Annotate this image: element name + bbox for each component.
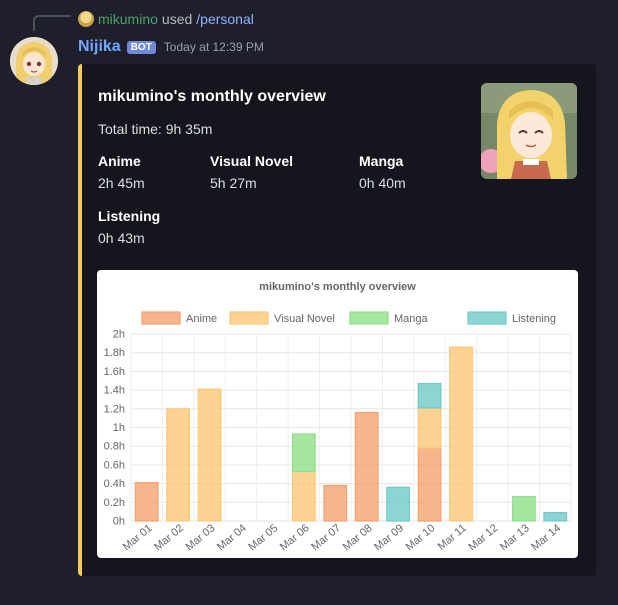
x-tick-label: Mar 13 (498, 522, 532, 553)
y-tick-label: 0.4h (104, 478, 125, 490)
bar-visual-novel (166, 408, 191, 522)
y-tick-label: 0h (113, 516, 125, 528)
field-name: Manga (359, 153, 404, 169)
bar-manga (511, 496, 536, 522)
x-tick-label: Mar 11 (436, 522, 469, 553)
field-name: Visual Novel (210, 153, 294, 169)
field-value: 2h 45m (98, 175, 145, 191)
field-name: Anime (98, 153, 141, 169)
y-tick-label: 0.6h (104, 459, 125, 471)
bar-listening (386, 486, 411, 522)
y-tick-label: 1.4h (104, 385, 125, 397)
field-manga: Manga 0h 40m (359, 153, 406, 191)
bar-anime (354, 411, 379, 522)
message-header: Nijika BOT Today at 12:39 PM (78, 38, 264, 56)
field-value: 5h 27m (210, 175, 257, 191)
embed-thumbnail[interactable] (481, 83, 577, 179)
x-tick-label: Mar 12 (466, 522, 500, 553)
y-tick-label: 1h (113, 422, 125, 434)
field-value: 0h 40m (359, 175, 406, 191)
y-tick-label: 2h (113, 329, 125, 341)
chart-x-axis: Mar 01Mar 02Mar 03Mar 04Mar 05Mar 06Mar … (121, 522, 564, 553)
x-tick-label: Mar 09 (372, 522, 406, 553)
bar-visual-novel (291, 470, 316, 522)
reply-user-avatar[interactable] (78, 11, 94, 27)
bar-anime (134, 482, 159, 522)
chart-title: mikumino's monthly overview (259, 281, 416, 293)
bar-listening (417, 382, 442, 409)
bar-visual-novel (197, 388, 222, 522)
embed-description: Total time: 9h 35m (98, 121, 213, 137)
reply-username[interactable]: mikumino (98, 11, 158, 27)
bar-visual-novel (449, 346, 473, 522)
y-tick-label: 1.6h (104, 366, 125, 378)
bot-avatar[interactable] (10, 37, 58, 85)
legend-label: Visual Novel (274, 313, 335, 325)
chart-legend: Anime Visual Novel Manga Listening (141, 311, 556, 325)
bot-avatar-image (10, 37, 58, 85)
thumbnail-image (481, 83, 577, 179)
message-timestamp[interactable]: Today at 12:39 PM (164, 40, 264, 54)
chart-image[interactable]: mikumino's monthly overview Anime Visual … (97, 270, 578, 558)
legend-label: Manga (394, 313, 429, 325)
stacked-bar-chart: mikumino's monthly overview Anime Visual … (104, 281, 572, 553)
legend-label: Anime (186, 313, 217, 325)
legend-swatch (141, 311, 181, 325)
field-listening: Listening 0h 43m (98, 208, 160, 246)
x-tick-label: Mar 02 (152, 522, 186, 553)
x-tick-label: Mar 10 (404, 522, 438, 553)
field-anime: Anime 2h 45m (98, 153, 145, 191)
x-tick-label: Mar 03 (184, 522, 218, 553)
legend-item[interactable]: Visual Novel (229, 311, 335, 325)
field-name: Listening (98, 208, 161, 224)
y-tick-label: 1.8h (104, 347, 125, 359)
legend-item[interactable]: Listening (467, 311, 556, 325)
chart-y-axis: 0h 0.2h 0.4h 0.6h 0.8h 1h 1.2h 1.4h 1.6h 1.8h 2h (104, 329, 125, 528)
legend-swatch (349, 311, 389, 325)
y-tick-label: 0.8h (104, 441, 125, 453)
bot-name[interactable]: Nijika (78, 38, 121, 56)
x-tick-label: Mar 07 (309, 522, 343, 553)
legend-label: Listening (512, 313, 556, 325)
bar-listening (543, 511, 568, 522)
x-tick-label: Mar 14 (529, 522, 563, 553)
x-tick-label: Mar 08 (341, 522, 375, 553)
bot-badge: BOT (126, 40, 156, 54)
reply-context[interactable]: mikumino used /personal (78, 10, 254, 28)
reply-command[interactable]: /personal (196, 11, 254, 27)
reply-connector (33, 15, 71, 31)
bar-anime (417, 447, 442, 522)
y-tick-label: 0.2h (104, 497, 125, 509)
legend-item[interactable]: Manga (349, 311, 429, 325)
legend-swatch (229, 311, 269, 325)
embed-card: mikumino's monthly overview Total time: … (78, 64, 596, 576)
bar-manga (291, 433, 316, 473)
x-tick-label: Mar 04 (215, 522, 249, 553)
legend-item[interactable]: Anime (141, 311, 217, 325)
chart-grid (130, 333, 572, 522)
field-visual-novel: Visual Novel 5h 27m (210, 153, 293, 191)
y-tick-label: 1.2h (104, 403, 125, 415)
x-tick-label: Mar 05 (246, 522, 280, 553)
legend-swatch (467, 311, 507, 325)
bar-anime (323, 484, 348, 522)
embed-title: mikumino's monthly overview (98, 88, 326, 105)
bar-visual-novel (417, 407, 442, 449)
x-tick-label: Mar 01 (121, 522, 155, 553)
reply-used-text: used (161, 11, 193, 27)
x-tick-label: Mar 06 (278, 522, 312, 553)
field-value: 0h 43m (98, 230, 145, 246)
